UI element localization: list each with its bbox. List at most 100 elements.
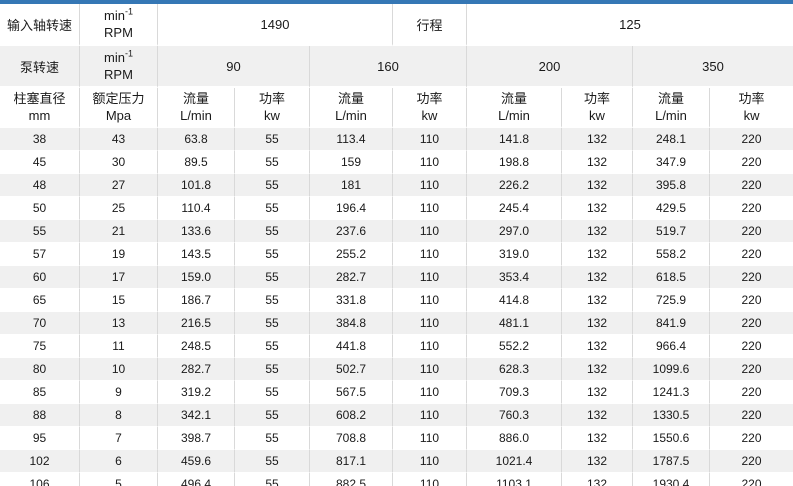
cell: 1241.3 (633, 381, 710, 404)
cell: 55 (235, 174, 310, 197)
cell: 8 (80, 404, 158, 427)
flow-unit: L/min (634, 107, 708, 124)
cell: 395.8 (633, 174, 710, 197)
cell: 132 (562, 473, 633, 486)
table-body: 384363.855113.4110141.8132248.1220453089… (0, 128, 793, 486)
header-unit-cell: min-1 RPM (80, 4, 158, 46)
cell: 186.7 (158, 289, 235, 312)
cell: 132 (562, 197, 633, 220)
power-label: 功率 (236, 90, 308, 107)
cell: 248.5 (158, 335, 235, 358)
cell: 282.7 (310, 266, 393, 289)
cell: 220 (710, 473, 793, 486)
cell: 65 (0, 289, 80, 312)
table-row: 1026459.655817.11101021.41321787.5220 (0, 450, 793, 473)
cell: 55 (235, 266, 310, 289)
cell: 143.5 (158, 243, 235, 266)
subheader-flow-350: 流量 L/min (633, 88, 710, 128)
cell: 38 (0, 128, 80, 151)
cell: 113.4 (310, 128, 393, 151)
header-unit-cell: min-1 RPM (80, 46, 158, 88)
cell: 226.2 (467, 174, 562, 197)
flow-label: 流量 (159, 90, 233, 107)
cell: 55 (235, 289, 310, 312)
cell: 709.3 (467, 381, 562, 404)
cell: 55 (235, 473, 310, 486)
unit-rpm: RPM (81, 66, 156, 83)
cell: 55 (235, 427, 310, 450)
flow-unit: L/min (468, 107, 560, 124)
cell: 106 (0, 473, 80, 486)
power-label: 功率 (711, 90, 792, 107)
cell: 110 (393, 404, 467, 427)
cell: 220 (710, 266, 793, 289)
cell: 220 (710, 128, 793, 151)
cell: 55 (235, 335, 310, 358)
cell: 132 (562, 128, 633, 151)
cell: 220 (710, 289, 793, 312)
cell: 110 (393, 266, 467, 289)
header-pump-speed-label: 泵转速 (0, 46, 80, 88)
cell: 55 (235, 358, 310, 381)
cell: 45 (0, 151, 80, 174)
table-row: 5025110.455196.4110245.4132429.5220 (0, 197, 793, 220)
cell: 132 (562, 335, 633, 358)
cell: 85 (0, 381, 80, 404)
cell: 110 (393, 473, 467, 486)
table-row: 5521133.655237.6110297.0132519.7220 (0, 220, 793, 243)
cell: 141.8 (467, 128, 562, 151)
unit-exponent: -1 (125, 7, 133, 17)
cell: 132 (562, 220, 633, 243)
flow-label: 流量 (311, 90, 391, 107)
cell: 55 (235, 381, 310, 404)
cell: 196.4 (310, 197, 393, 220)
pressure-label: 额定压力 (81, 90, 156, 107)
cell: 55 (235, 197, 310, 220)
cell: 708.8 (310, 427, 393, 450)
header-speed-160: 160 (310, 46, 467, 88)
table-row: 859319.255567.5110709.31321241.3220 (0, 381, 793, 404)
header-stroke-label: 行程 (393, 4, 467, 46)
flow-unit: L/min (311, 107, 391, 124)
cell: 248.1 (633, 128, 710, 151)
cell: 55 (0, 220, 80, 243)
cell: 55 (235, 312, 310, 335)
plunger-unit: mm (1, 107, 78, 124)
cell: 220 (710, 151, 793, 174)
header-input-shaft-label: 输入轴转速 (0, 4, 80, 46)
cell: 817.1 (310, 450, 393, 473)
cell: 132 (562, 358, 633, 381)
cell: 89.5 (158, 151, 235, 174)
cell: 55 (235, 128, 310, 151)
cell: 319.2 (158, 381, 235, 404)
table-row: 7013216.555384.8110481.1132841.9220 (0, 312, 793, 335)
cell: 55 (235, 243, 310, 266)
table-row: 957398.755708.8110886.01321550.6220 (0, 427, 793, 450)
subheader-power-350: 功率 kw (710, 88, 793, 128)
cell: 282.7 (158, 358, 235, 381)
cell: 159 (310, 151, 393, 174)
unit-min: min (104, 50, 125, 65)
cell: 48 (0, 174, 80, 197)
table-row: 5719143.555255.2110319.0132558.2220 (0, 243, 793, 266)
pump-spec-table: 输入轴转速 min-1 RPM 1490 行程 125 泵转速 min-1 RP… (0, 4, 793, 486)
cell: 319.0 (467, 243, 562, 266)
header-row-pump-speed: 泵转速 min-1 RPM 90 160 200 350 (0, 46, 793, 88)
cell: 414.8 (467, 289, 562, 312)
power-unit: kw (711, 107, 792, 124)
cell: 110 (393, 312, 467, 335)
cell: 17 (80, 266, 158, 289)
cell: 55 (235, 151, 310, 174)
power-unit: kw (236, 107, 308, 124)
cell: 5 (80, 473, 158, 486)
cell: 30 (80, 151, 158, 174)
cell: 1787.5 (633, 450, 710, 473)
power-label: 功率 (563, 90, 631, 107)
subheader-flow-200: 流量 L/min (467, 88, 562, 128)
cell: 459.6 (158, 450, 235, 473)
header-speed-90: 90 (158, 46, 310, 88)
cell: 159.0 (158, 266, 235, 289)
cell: 132 (562, 243, 633, 266)
cell: 132 (562, 289, 633, 312)
cell: 1330.5 (633, 404, 710, 427)
